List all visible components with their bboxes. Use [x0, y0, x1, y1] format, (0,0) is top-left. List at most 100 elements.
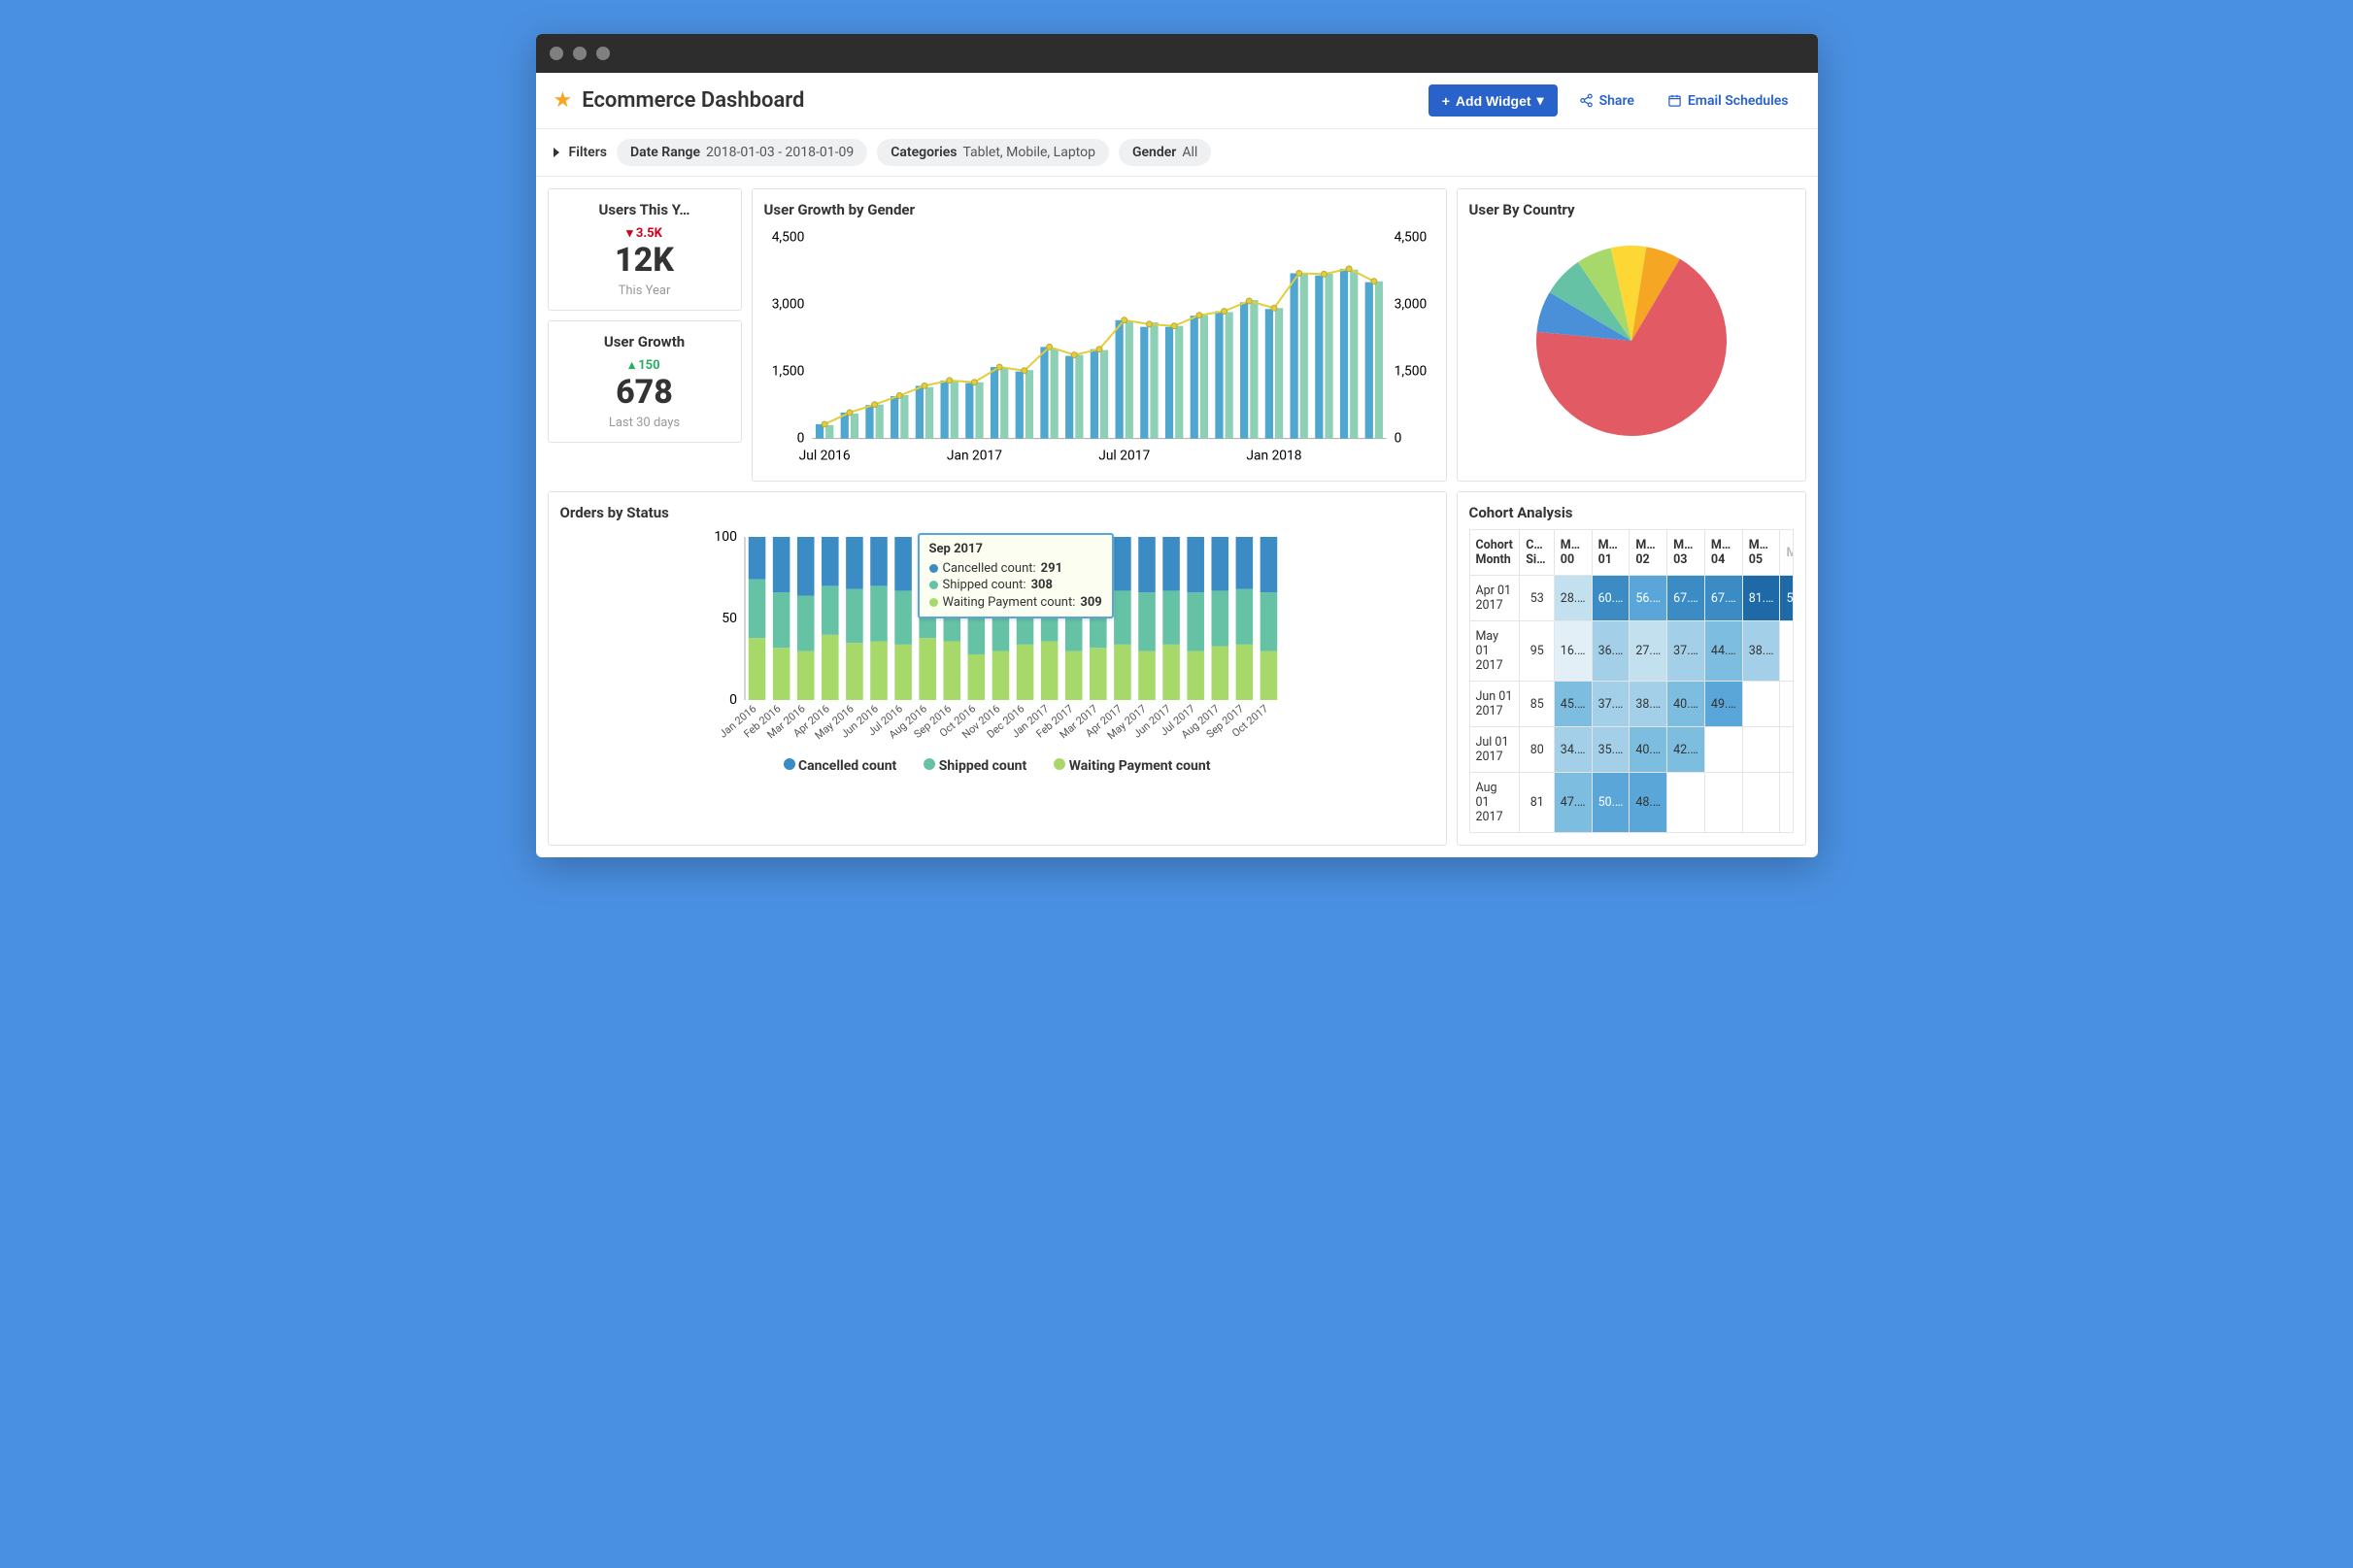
legend-swatch-icon — [1054, 758, 1065, 770]
svg-text:1,500: 1,500 — [771, 364, 804, 380]
widget-orders-by-status[interactable]: Orders by Status 050100Jan 2016Feb 2016M… — [548, 491, 1447, 846]
cohort-size: 81 — [1520, 773, 1555, 833]
cohort-table: Cohort MonthCohort SizeMonth 00Month 01M… — [1469, 529, 1794, 833]
plus-icon: + — [1442, 93, 1450, 109]
svg-text:3,000: 3,000 — [771, 297, 804, 313]
cohort-value: 48.773% — [1630, 773, 1667, 833]
widget-user-growth-by-gender[interactable]: User Growth by Gender 001,5001,5003,0003… — [752, 188, 1447, 482]
cohort-value: 50.297% — [1592, 773, 1630, 833]
tooltip-value: 308 — [1031, 577, 1053, 594]
bullet-icon — [929, 564, 938, 573]
chart-tooltip: Sep 2017 Cancelled count: 291 Shipped co… — [918, 533, 1114, 618]
legend-label: Cancelled count — [798, 758, 896, 774]
svg-text:50: 50 — [722, 611, 737, 626]
growth-chart: 001,5001,5003,0003,0004,5004,500Jul 2016… — [764, 226, 1434, 469]
calendar-icon — [1667, 93, 1682, 108]
legend-label: Waiting Payment count — [1069, 758, 1211, 774]
dashboard-grid: Users This Y… ▾ 3.5K 12K This Year User … — [536, 177, 1818, 857]
svg-text:4,500: 4,500 — [1394, 230, 1427, 246]
cohort-value: 28.48% — [1554, 576, 1592, 621]
kpi-card-user-growth[interactable]: User Growth ▴ 150 678 Last 30 days — [548, 320, 742, 443]
cohort-value — [1667, 773, 1705, 833]
filter-chip-value: Tablet, Mobile, Laptop — [962, 145, 1095, 160]
add-widget-label: Add Widget — [1456, 93, 1531, 109]
filters-label: Filters — [569, 145, 607, 160]
widget-title: User By Country — [1469, 201, 1794, 218]
svg-text:4,500: 4,500 — [771, 230, 804, 246]
table-row: Aug 01 20178147.249%50.297%48.773% — [1469, 773, 1793, 833]
kpi-title: User Growth — [560, 333, 729, 350]
window-close-icon[interactable] — [550, 47, 563, 60]
bullet-icon — [929, 581, 938, 589]
window-minimize-icon[interactable] — [573, 47, 587, 60]
cohort-value: 34.375% — [1554, 727, 1592, 773]
svg-text:0: 0 — [1394, 431, 1401, 447]
col-header: Month 04 — [1704, 530, 1742, 576]
cohort-size: 80 — [1520, 727, 1555, 773]
legend-item: Shipped count — [924, 758, 1026, 774]
header-row: ★ Ecommerce Dashboard + Add Widget ▾ Sha… — [536, 73, 1818, 129]
svg-text:Jul 2017: Jul 2017 — [1098, 448, 1150, 463]
cohort-value: 42.188% — [1667, 727, 1705, 773]
orders-legend: Cancelled count Shipped count Waiting Pa… — [560, 758, 1434, 774]
pie-chart — [1520, 236, 1743, 440]
cohort-value — [1742, 682, 1780, 727]
cohort-value-overflow — [1780, 727, 1793, 773]
svg-text:Jan 2018: Jan 2018 — [1246, 448, 1301, 463]
legend-item: Cancelled count — [784, 758, 897, 774]
pie-wrap — [1469, 226, 1794, 440]
email-schedules-button[interactable]: Email Schedules — [1656, 85, 1800, 117]
tooltip-label: Shipped count: — [943, 577, 1026, 594]
page-title: Ecommerce Dashboard — [582, 88, 1418, 113]
titlebar — [536, 34, 1818, 73]
col-header: Month 00 — [1554, 530, 1592, 576]
share-label: Share — [1599, 93, 1634, 109]
kpi-delta-value: 150 — [638, 358, 659, 373]
cohort-value: 67.64% — [1667, 576, 1705, 621]
kpi-card-users-this-year[interactable]: Users This Y… ▾ 3.5K 12K This Year — [548, 188, 742, 311]
expand-filters-icon[interactable] — [554, 148, 559, 157]
bullet-icon — [929, 598, 938, 607]
cohort-value: 36.565% — [1592, 621, 1630, 682]
cohort-month: Jun 01 2017 — [1469, 682, 1520, 727]
cohort-value-overflow — [1780, 682, 1793, 727]
share-button[interactable]: Share — [1567, 85, 1646, 117]
filter-chip-value: All — [1182, 145, 1197, 160]
widget-cohort-analysis[interactable]: Cohort Analysis Cohort MonthCohort SizeM… — [1457, 491, 1806, 846]
cohort-value-overflow — [1780, 773, 1793, 833]
cohort-value — [1742, 727, 1780, 773]
filter-chip-label: Date Range — [630, 145, 700, 160]
cohort-value: 67.64% — [1704, 576, 1742, 621]
cohort-value: 56.96% — [1630, 576, 1667, 621]
table-row: Jun 01 20178545.675%37.37%38.754%40.138%… — [1469, 682, 1793, 727]
kpi-column: Users This Y… ▾ 3.5K 12K This Year User … — [548, 188, 742, 482]
filter-chip-label: Categories — [891, 145, 957, 160]
share-icon — [1579, 93, 1594, 108]
star-icon[interactable]: ★ — [554, 88, 573, 113]
cohort-value-overflow — [1780, 621, 1793, 682]
cohort-month: Apr 01 2017 — [1469, 576, 1520, 621]
svg-text:1,500: 1,500 — [1394, 364, 1427, 380]
filter-chip-date-range[interactable]: Date Range 2018-01-03 - 2018-01-09 — [617, 139, 867, 166]
widget-title: Orders by Status — [560, 504, 1434, 521]
svg-text:0: 0 — [796, 431, 804, 447]
kpi-title: Users This Y… — [560, 201, 729, 218]
cohort-value — [1742, 773, 1780, 833]
filter-chip-categories[interactable]: Categories Tablet, Mobile, Laptop — [877, 139, 1109, 166]
cohort-value-overflow: 5 — [1780, 576, 1793, 621]
widget-title: User Growth by Gender — [764, 201, 1434, 218]
legend-label: Shipped count — [939, 758, 1026, 774]
filter-chip-value: 2018-01-03 - 2018-01-09 — [706, 145, 854, 160]
filter-chip-label: Gender — [1132, 145, 1176, 160]
add-widget-button[interactable]: + Add Widget ▾ — [1429, 84, 1558, 117]
cohort-value: 40.138% — [1667, 682, 1705, 727]
widget-user-by-country[interactable]: User By Country — [1457, 188, 1806, 482]
kpi-delta-up: ▴ 150 — [560, 358, 729, 373]
kpi-delta-down: ▾ 3.5K — [560, 226, 729, 241]
cohort-value: 49.827% — [1704, 682, 1742, 727]
tooltip-value: 309 — [1080, 594, 1101, 612]
window-maximize-icon[interactable] — [596, 47, 610, 60]
filter-chip-gender[interactable]: Gender All — [1119, 139, 1211, 166]
cohort-size: 53 — [1520, 576, 1555, 621]
svg-text:Jan 2017: Jan 2017 — [946, 448, 1001, 463]
